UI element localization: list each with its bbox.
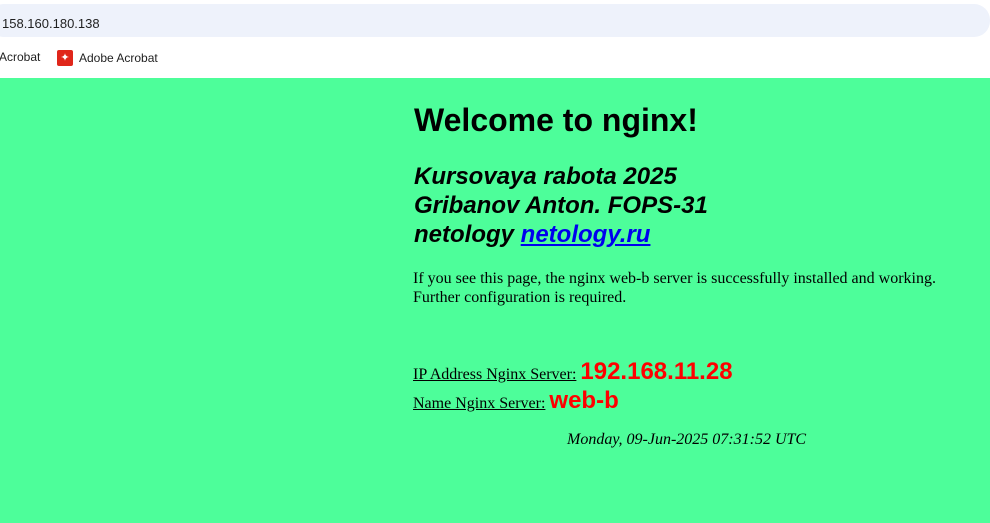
ip-address-row: IP Address Nginx Server: 192.168.11.28 bbox=[413, 358, 733, 386]
url-text[interactable]: 158.160.180.138 bbox=[2, 16, 100, 31]
subtitle-line-3: netology netology.ru bbox=[414, 220, 708, 249]
bookmark-label: Adobe Acrobat bbox=[79, 51, 158, 65]
adobe-pdf-icon: ✦ bbox=[57, 50, 73, 66]
bookmark-adobe-acrobat[interactable]: ✦ Adobe Acrobat bbox=[57, 50, 158, 66]
subtitle-line-2: Gribanov Anton. FOPS-31 bbox=[414, 192, 708, 219]
timestamp: Monday, 09-Jun-2025 07:31:52 UTC bbox=[567, 431, 807, 448]
address-bar: 158.160.180.138 bbox=[0, 0, 990, 38]
subtitle-block: Kursovaya rabota 2025 Gribanov Anton. FO… bbox=[414, 162, 708, 249]
description-text: If you see this page, the nginx web-b se… bbox=[413, 270, 936, 306]
subtitle-line-1: Kursovaya rabota 2025 bbox=[414, 163, 677, 190]
bookmark-label: Acrobat bbox=[0, 50, 41, 64]
page-title: Welcome to nginx! bbox=[414, 102, 698, 138]
netology-link[interactable]: netology.ru bbox=[521, 221, 651, 248]
server-name-value: web-b bbox=[549, 387, 619, 414]
subtitle-prefix: netology bbox=[414, 221, 521, 248]
url-field[interactable]: 158.160.180.138 bbox=[0, 4, 990, 37]
server-name-label: Name Nginx Server: bbox=[413, 395, 546, 412]
ip-address-label: IP Address Nginx Server: bbox=[413, 366, 577, 383]
ip-address-value: 192.168.11.28 bbox=[580, 358, 733, 385]
bookmarks-bar: Acrobat ✦ Adobe Acrobat bbox=[0, 38, 990, 78]
server-name-row: Name Nginx Server: web-b bbox=[413, 387, 619, 415]
bookmark-acrobat[interactable]: Acrobat bbox=[0, 50, 40, 64]
